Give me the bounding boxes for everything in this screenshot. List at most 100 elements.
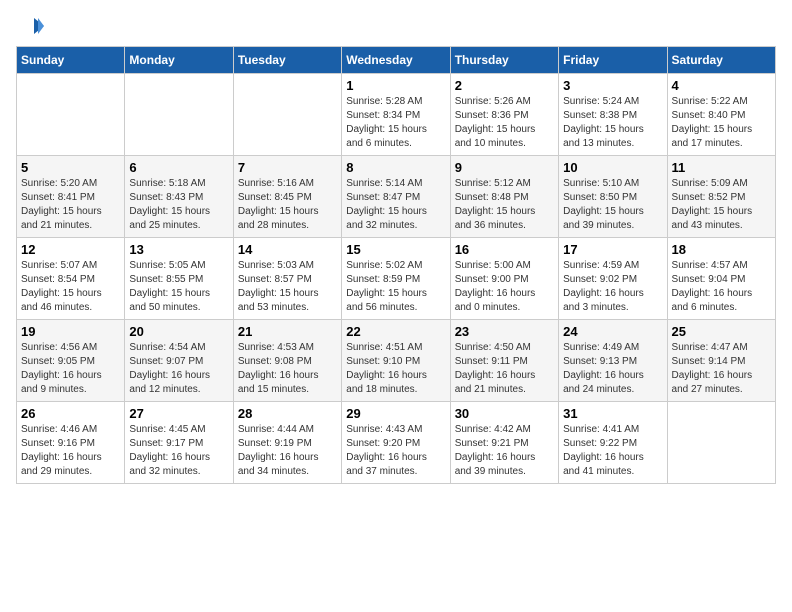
day-info: Sunrise: 5:28 AM Sunset: 8:34 PM Dayligh…: [346, 95, 445, 151]
calendar-cell: 1Sunrise: 5:28 AM Sunset: 8:34 PM Daylig…: [342, 74, 450, 156]
col-header-tuesday: Tuesday: [233, 47, 341, 74]
calendar-cell: 27 Sunrise: 4:45 AM Sunset: 9:17 PM Dayli…: [125, 402, 233, 484]
calendar-cell: 18 Sunrise: 4:57 AM Sunset: 9:04 PM Dayli…: [667, 238, 775, 320]
day-info: Sunrise: 5:03 AM Sunset: 8:57 PM Dayligh…: [238, 259, 337, 315]
day-info: Sunrise: 4:50 AM Sunset: 9:11 PM Dayligh…: [455, 341, 554, 397]
day-info: Sunrise: 5:24 AM Sunset: 8:38 PM Dayligh…: [563, 95, 662, 151]
day-number: 18: [672, 242, 771, 257]
day-number: 26: [21, 406, 120, 421]
day-number: 25: [672, 324, 771, 339]
day-info: Sunrise: 4:41 AM Sunset: 9:22 PM Dayligh…: [563, 423, 662, 479]
calendar-cell: 13Sunrise: 5:05 AM Sunset: 8:55 PM Dayli…: [125, 238, 233, 320]
day-info: Sunrise: 4:53 AM Sunset: 9:08 PM Dayligh…: [238, 341, 337, 397]
calendar-cell: [17, 74, 125, 156]
day-number: 19: [21, 324, 120, 339]
day-number: 31: [563, 406, 662, 421]
day-info: Sunrise: 5:18 AM Sunset: 8:43 PM Dayligh…: [129, 177, 228, 233]
calendar-cell: 22 Sunrise: 4:51 AM Sunset: 9:10 PM Dayli…: [342, 320, 450, 402]
calendar-cell: 17 Sunrise: 4:59 AM Sunset: 9:02 PM Dayli…: [559, 238, 667, 320]
header: [16, 16, 776, 38]
calendar-cell: 14 Sunrise: 5:03 AM Sunset: 8:57 PM Dayli…: [233, 238, 341, 320]
col-header-sunday: Sunday: [17, 47, 125, 74]
calendar-cell: 21 Sunrise: 4:53 AM Sunset: 9:08 PM Dayli…: [233, 320, 341, 402]
day-number: 15: [346, 242, 445, 257]
day-info: Sunrise: 5:12 AM Sunset: 8:48 PM Dayligh…: [455, 177, 554, 233]
day-info: Sunrise: 4:46 AM Sunset: 9:16 PM Dayligh…: [21, 423, 120, 479]
calendar-cell: 4 Sunrise: 5:22 AM Sunset: 8:40 PM Daylig…: [667, 74, 775, 156]
calendar-cell: 23 Sunrise: 4:50 AM Sunset: 9:11 PM Dayli…: [450, 320, 558, 402]
day-info: Sunrise: 4:47 AM Sunset: 9:14 PM Dayligh…: [672, 341, 771, 397]
day-info: Sunrise: 5:22 AM Sunset: 8:40 PM Dayligh…: [672, 95, 771, 151]
day-number: 10: [563, 160, 662, 175]
day-number: 9: [455, 160, 554, 175]
calendar-cell: [233, 74, 341, 156]
day-info: Sunrise: 5:02 AM Sunset: 8:59 PM Dayligh…: [346, 259, 445, 315]
calendar-cell: 26 Sunrise: 4:46 AM Sunset: 9:16 PM Dayli…: [17, 402, 125, 484]
day-number: 11: [672, 160, 771, 175]
day-number: 29: [346, 406, 445, 421]
day-number: 6: [129, 160, 228, 175]
day-number: 12: [21, 242, 120, 257]
day-info: Sunrise: 5:05 AM Sunset: 8:55 PM Dayligh…: [129, 259, 228, 315]
calendar-cell: 24 Sunrise: 4:49 AM Sunset: 9:13 PM Dayli…: [559, 320, 667, 402]
calendar-cell: 2 Sunrise: 5:26 AM Sunset: 8:36 PM Daylig…: [450, 74, 558, 156]
day-number: 14: [238, 242, 337, 257]
calendar-cell: 6 Sunrise: 5:18 AM Sunset: 8:43 PM Daylig…: [125, 156, 233, 238]
day-number: 24: [563, 324, 662, 339]
day-number: 2: [455, 78, 554, 93]
calendar-cell: 10Sunrise: 5:10 AM Sunset: 8:50 PM Dayli…: [559, 156, 667, 238]
calendar-cell: 12 Sunrise: 5:07 AM Sunset: 8:54 PM Dayli…: [17, 238, 125, 320]
calendar-cell: 7Sunrise: 5:16 AM Sunset: 8:45 PM Daylig…: [233, 156, 341, 238]
day-info: Sunrise: 4:57 AM Sunset: 9:04 PM Dayligh…: [672, 259, 771, 315]
day-number: 30: [455, 406, 554, 421]
calendar-cell: 8 Sunrise: 5:14 AM Sunset: 8:47 PM Daylig…: [342, 156, 450, 238]
day-number: 17: [563, 242, 662, 257]
day-info: Sunrise: 5:09 AM Sunset: 8:52 PM Dayligh…: [672, 177, 771, 233]
day-info: Sunrise: 5:07 AM Sunset: 8:54 PM Dayligh…: [21, 259, 120, 315]
day-number: 22: [346, 324, 445, 339]
day-number: 3: [563, 78, 662, 93]
day-info: Sunrise: 4:51 AM Sunset: 9:10 PM Dayligh…: [346, 341, 445, 397]
day-number: 4: [672, 78, 771, 93]
calendar-cell: 11 Sunrise: 5:09 AM Sunset: 8:52 PM Dayli…: [667, 156, 775, 238]
day-number: 5: [21, 160, 120, 175]
logo: [16, 16, 46, 38]
day-info: Sunrise: 5:00 AM Sunset: 9:00 PM Dayligh…: [455, 259, 554, 315]
day-number: 20: [129, 324, 228, 339]
calendar-cell: 29 Sunrise: 4:43 AM Sunset: 9:20 PM Dayli…: [342, 402, 450, 484]
day-info: Sunrise: 4:59 AM Sunset: 9:02 PM Dayligh…: [563, 259, 662, 315]
col-header-wednesday: Wednesday: [342, 47, 450, 74]
calendar-header: SundayMondayTuesdayWednesdayThursdayFrid…: [17, 47, 776, 74]
day-info: Sunrise: 4:43 AM Sunset: 9:20 PM Dayligh…: [346, 423, 445, 479]
calendar-cell: 30 Sunrise: 4:42 AM Sunset: 9:21 PM Dayli…: [450, 402, 558, 484]
day-info: Sunrise: 5:20 AM Sunset: 8:41 PM Dayligh…: [21, 177, 120, 233]
logo-icon: [16, 16, 44, 38]
day-info: Sunrise: 4:42 AM Sunset: 9:21 PM Dayligh…: [455, 423, 554, 479]
day-info: Sunrise: 4:56 AM Sunset: 9:05 PM Dayligh…: [21, 341, 120, 397]
calendar-cell: 19 Sunrise: 4:56 AM Sunset: 9:05 PM Dayli…: [17, 320, 125, 402]
calendar-cell: 25 Sunrise: 4:47 AM Sunset: 9:14 PM Dayli…: [667, 320, 775, 402]
calendar-table: SundayMondayTuesdayWednesdayThursdayFrid…: [16, 46, 776, 484]
calendar-cell: 3 Sunrise: 5:24 AM Sunset: 8:38 PM Daylig…: [559, 74, 667, 156]
day-number: 8: [346, 160, 445, 175]
day-number: 21: [238, 324, 337, 339]
day-info: Sunrise: 5:14 AM Sunset: 8:47 PM Dayligh…: [346, 177, 445, 233]
day-info: Sunrise: 4:45 AM Sunset: 9:17 PM Dayligh…: [129, 423, 228, 479]
col-header-thursday: Thursday: [450, 47, 558, 74]
day-info: Sunrise: 4:54 AM Sunset: 9:07 PM Dayligh…: [129, 341, 228, 397]
day-number: 27: [129, 406, 228, 421]
day-info: Sunrise: 5:26 AM Sunset: 8:36 PM Dayligh…: [455, 95, 554, 151]
col-header-friday: Friday: [559, 47, 667, 74]
calendar-cell: [125, 74, 233, 156]
calendar-cell: 16 Sunrise: 5:00 AM Sunset: 9:00 PM Dayli…: [450, 238, 558, 320]
day-info: Sunrise: 4:49 AM Sunset: 9:13 PM Dayligh…: [563, 341, 662, 397]
calendar-cell: 9 Sunrise: 5:12 AM Sunset: 8:48 PM Daylig…: [450, 156, 558, 238]
col-header-monday: Monday: [125, 47, 233, 74]
calendar-cell: 15 Sunrise: 5:02 AM Sunset: 8:59 PM Dayli…: [342, 238, 450, 320]
calendar-cell: 5 Sunrise: 5:20 AM Sunset: 8:41 PM Daylig…: [17, 156, 125, 238]
day-number: 7: [238, 160, 337, 175]
calendar-cell: 31 Sunrise: 4:41 AM Sunset: 9:22 PM Dayli…: [559, 402, 667, 484]
day-number: 16: [455, 242, 554, 257]
day-number: 23: [455, 324, 554, 339]
day-number: 28: [238, 406, 337, 421]
